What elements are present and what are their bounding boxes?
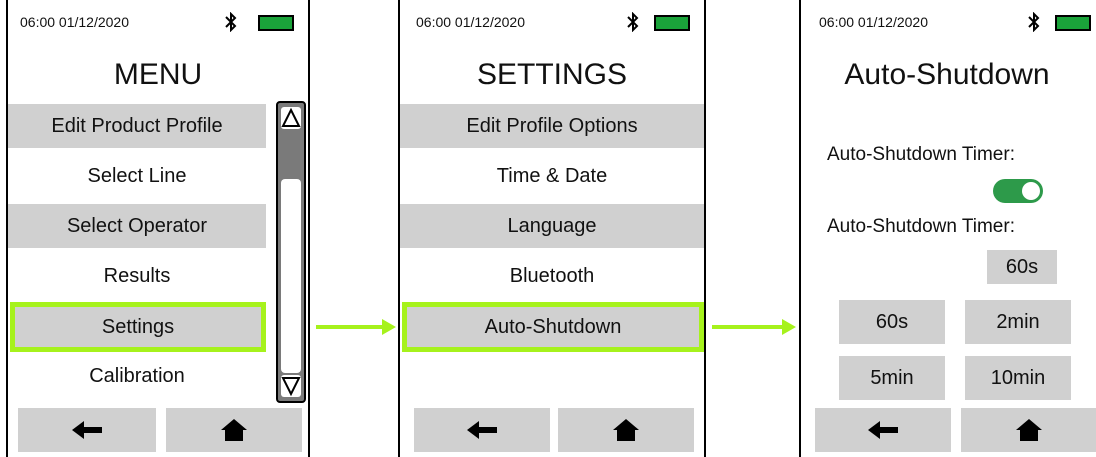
menu-item-settings[interactable]: Settings (10, 302, 266, 352)
auto-shutdown-timer-label: Auto-Shutdown Timer: (827, 144, 1015, 165)
back-arrow-icon (72, 421, 102, 439)
menu-item-select-line[interactable]: Select Line (8, 154, 266, 198)
status-bar: 06:00 01/12/2020 (400, 10, 704, 36)
page-title: SETTINGS (476, 58, 627, 91)
status-bar: 06:00 01/12/2020 (801, 10, 1096, 36)
home-icon (1015, 419, 1042, 441)
battery-icon (654, 15, 690, 31)
bluetooth-icon (1028, 12, 1040, 32)
battery-icon (1055, 15, 1091, 31)
battery-icon (258, 15, 294, 31)
option-5min-button[interactable]: 5min (839, 356, 945, 400)
back-arrow-icon (868, 421, 898, 439)
auto-shutdown-toggle[interactable] (993, 179, 1043, 203)
home-icon (613, 419, 639, 441)
page-title: MENU (113, 58, 203, 91)
settings-item-language[interactable]: Language (400, 204, 704, 248)
page-title: Auto-Shutdown (844, 58, 1050, 91)
auto-shutdown-screen: 06:00 01/12/2020 Auto-Shutdown Auto-Shut… (799, 0, 1096, 457)
option-10min-button[interactable]: 10min (965, 356, 1071, 400)
back-arrow-icon (467, 421, 497, 439)
scroll-down-arrow-icon[interactable] (281, 375, 301, 397)
scroll-thumb[interactable] (281, 179, 301, 373)
settings-item-bluetooth[interactable]: Bluetooth (400, 254, 704, 298)
settings-screen: 06:00 01/12/2020 SETTINGS Edit Profile O… (398, 0, 706, 457)
home-icon (221, 419, 247, 441)
back-button[interactable] (815, 408, 951, 452)
option-60s-button[interactable]: 60s (839, 300, 945, 344)
settings-item-edit-profile-options[interactable]: Edit Profile Options (400, 104, 704, 148)
toggle-knob (1022, 182, 1040, 200)
menu-item-edit-product-profile[interactable]: Edit Product Profile (8, 104, 266, 148)
settings-item-auto-shutdown[interactable]: Auto-Shutdown (402, 302, 704, 352)
settings-item-time-date[interactable]: Time & Date (400, 154, 704, 198)
status-time-date: 06:00 01/12/2020 (416, 14, 525, 30)
option-2min-button[interactable]: 2min (965, 300, 1071, 344)
connector-arrow-2 (712, 319, 796, 335)
home-button[interactable] (558, 408, 694, 452)
home-button[interactable] (166, 408, 302, 452)
home-button[interactable] (961, 408, 1096, 452)
menu-screen: 06:00 01/12/2020 MENU Edit Product Profi… (6, 0, 310, 457)
menu-item-calibration[interactable]: Calibration (8, 354, 266, 398)
bluetooth-icon (225, 12, 237, 32)
status-bar: 06:00 01/12/2020 (8, 10, 308, 36)
auto-shutdown-timer-label-2: Auto-Shutdown Timer: (827, 216, 1015, 237)
back-button[interactable] (414, 408, 550, 452)
connector-arrow-1 (316, 319, 396, 335)
scrollbar[interactable] (276, 101, 306, 403)
menu-item-results[interactable]: Results (8, 254, 266, 298)
bluetooth-icon (627, 12, 639, 32)
menu-item-select-operator[interactable]: Select Operator (8, 204, 266, 248)
status-time-date: 06:00 01/12/2020 (20, 14, 129, 30)
back-button[interactable] (18, 408, 156, 452)
current-timer-value: 60s (987, 250, 1057, 284)
scroll-up-arrow-icon[interactable] (281, 107, 301, 129)
status-time-date: 06:00 01/12/2020 (819, 14, 928, 30)
